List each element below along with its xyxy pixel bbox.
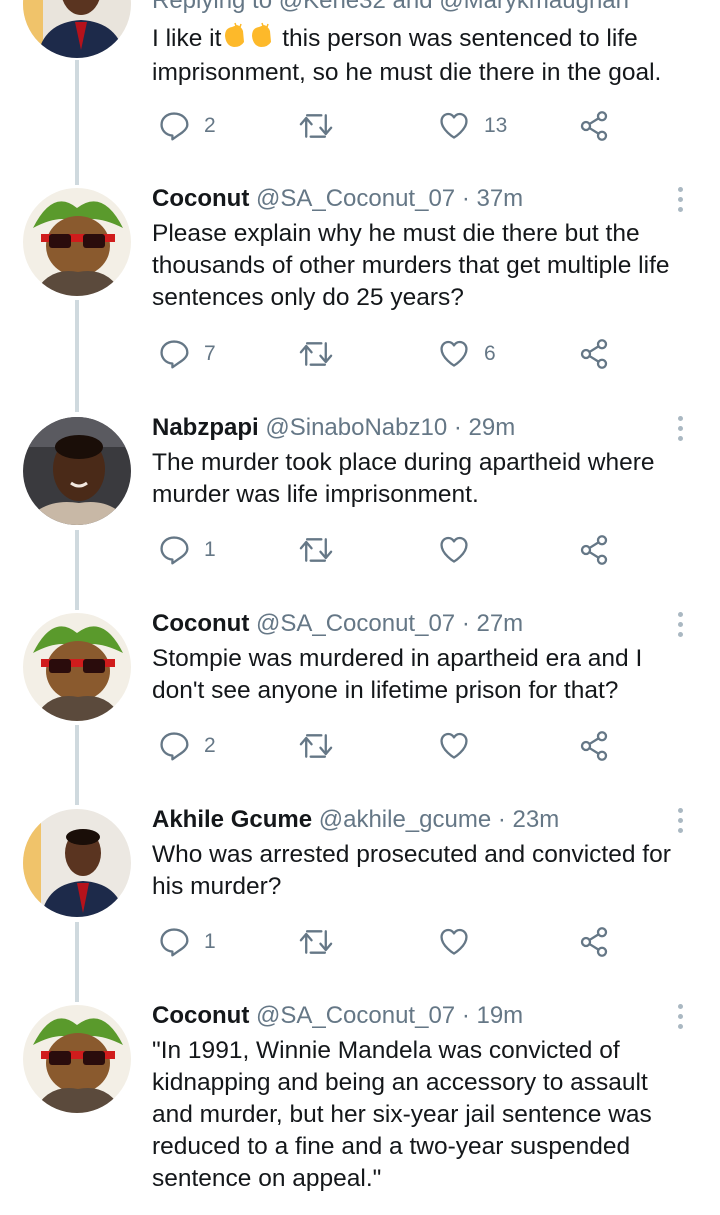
reply-icon <box>158 338 190 370</box>
tweet-actions: 1 <box>152 922 632 962</box>
display-name[interactable]: Coconut <box>152 610 249 637</box>
avatar[interactable] <box>23 1005 131 1113</box>
display-name[interactable]: Akhile Gcume <box>152 806 312 833</box>
reply-button[interactable]: 1 <box>158 922 216 962</box>
retweet-icon <box>298 926 334 958</box>
retweet-icon <box>298 730 334 762</box>
heart-icon <box>438 338 470 370</box>
heart-icon <box>438 926 470 958</box>
share-button[interactable] <box>578 726 610 766</box>
username[interactable]: @SA_Coconut_07 <box>256 185 455 212</box>
avatar[interactable] <box>23 809 131 917</box>
tweet-text: I like it this person was sentenced to l… <box>152 22 697 89</box>
like-button[interactable] <box>438 922 470 962</box>
like-button[interactable]: 13 <box>438 106 507 146</box>
reply-icon <box>158 730 190 762</box>
reply-icon <box>158 926 190 958</box>
timestamp: 23m <box>512 806 560 833</box>
avatar[interactable] <box>23 613 131 721</box>
share-icon <box>578 110 610 142</box>
more-vertical-icon[interactable] <box>668 1001 692 1031</box>
more-vertical-icon[interactable] <box>668 609 692 639</box>
avatar[interactable] <box>23 0 131 58</box>
share-button[interactable] <box>578 334 610 374</box>
username[interactable]: @akhile_gcume <box>319 806 491 833</box>
reply-icon <box>158 110 190 142</box>
more-vertical-icon[interactable] <box>668 413 692 443</box>
tweet-header: Coconut @SA_Coconut_07 · 27m <box>152 610 524 637</box>
more-vertical-icon[interactable] <box>668 184 692 214</box>
share-button[interactable] <box>578 106 610 146</box>
display-name[interactable]: Nabzpapi <box>152 414 259 441</box>
like-button[interactable]: 6 <box>438 334 496 374</box>
display-name[interactable]: Coconut <box>152 185 249 212</box>
share-button[interactable] <box>578 922 610 962</box>
reply-icon <box>158 534 190 566</box>
share-icon <box>578 730 610 762</box>
share-icon <box>578 926 610 958</box>
retweet-button[interactable] <box>298 334 334 374</box>
reply-button[interactable]: 1 <box>158 530 216 570</box>
more-vertical-icon[interactable] <box>668 805 692 835</box>
retweet-button[interactable] <box>298 726 334 766</box>
reply-button[interactable]: 7 <box>158 334 216 374</box>
tweet-text: The murder took place during apartheid w… <box>152 449 655 508</box>
username[interactable]: @SinaboNabz10 <box>265 414 447 441</box>
username[interactable]: @SA_Coconut_07 <box>256 610 455 637</box>
heart-icon <box>438 534 470 566</box>
tweet[interactable]: Coconut @SA_Coconut_07 · 27m Stompie was… <box>0 609 720 789</box>
retweet-button[interactable] <box>298 922 334 962</box>
tweet-header: Coconut @SA_Coconut_07 · 37m <box>152 185 524 212</box>
tweet-text: Who was arrested prosecuted and convicte… <box>152 841 671 900</box>
tweet[interactable]: Coconut @SA_Coconut_07 · 19m "In 1991, W… <box>0 1001 720 1215</box>
timestamp: 27m <box>476 610 524 637</box>
tweet-top[interactable]: Replying to @Kehe32 and @Marykmaughan I … <box>0 0 720 170</box>
clapping-hands-emoji <box>221 22 275 57</box>
tweet-text: "In 1991, Winnie Mandela was convicted o… <box>152 1037 652 1192</box>
timestamp: 37m <box>476 185 524 212</box>
tweet-header: Akhile Gcume @akhile_gcume · 23m <box>152 806 560 833</box>
display-name[interactable]: Coconut <box>152 1002 249 1029</box>
avatar[interactable] <box>23 417 131 525</box>
retweet-icon <box>298 110 334 142</box>
like-button[interactable] <box>438 530 470 570</box>
tweet-actions: 2 13 <box>152 106 632 146</box>
reply-button[interactable]: 2 <box>158 726 216 766</box>
tweet-text: Stompie was murdered in apartheid era an… <box>152 645 643 704</box>
share-button[interactable] <box>578 530 610 570</box>
username[interactable]: @SA_Coconut_07 <box>256 1002 455 1029</box>
replying-to: Replying to @Kehe32 and @Marykmaughan <box>152 0 629 14</box>
tweet-header: Nabzpapi @SinaboNabz10 · 29m <box>152 414 516 441</box>
heart-icon <box>438 110 470 142</box>
timestamp: 19m <box>476 1002 524 1029</box>
avatar[interactable] <box>23 188 131 296</box>
heart-icon <box>438 730 470 762</box>
retweet-icon <box>298 534 334 566</box>
tweet[interactable]: Akhile Gcume @akhile_gcume · 23m Who was… <box>0 805 720 985</box>
tweet-actions: 1 <box>152 530 632 570</box>
retweet-icon <box>298 338 334 370</box>
share-icon <box>578 338 610 370</box>
share-icon <box>578 534 610 566</box>
like-button[interactable] <box>438 726 470 766</box>
tweet-header: Coconut @SA_Coconut_07 · 19m <box>152 1002 524 1029</box>
reply-button[interactable]: 2 <box>158 106 216 146</box>
tweet-actions: 7 6 <box>152 334 632 374</box>
tweet[interactable]: Coconut @SA_Coconut_07 · 37m Please expl… <box>0 184 720 394</box>
retweet-button[interactable] <box>298 530 334 570</box>
tweet[interactable]: Nabzpapi @SinaboNabz10 · 29m The murder … <box>0 413 720 593</box>
retweet-button[interactable] <box>298 106 334 146</box>
tweet-actions: 2 <box>152 726 632 766</box>
tweet-text: Please explain why he must die there but… <box>152 220 670 311</box>
timestamp: 29m <box>468 414 516 441</box>
